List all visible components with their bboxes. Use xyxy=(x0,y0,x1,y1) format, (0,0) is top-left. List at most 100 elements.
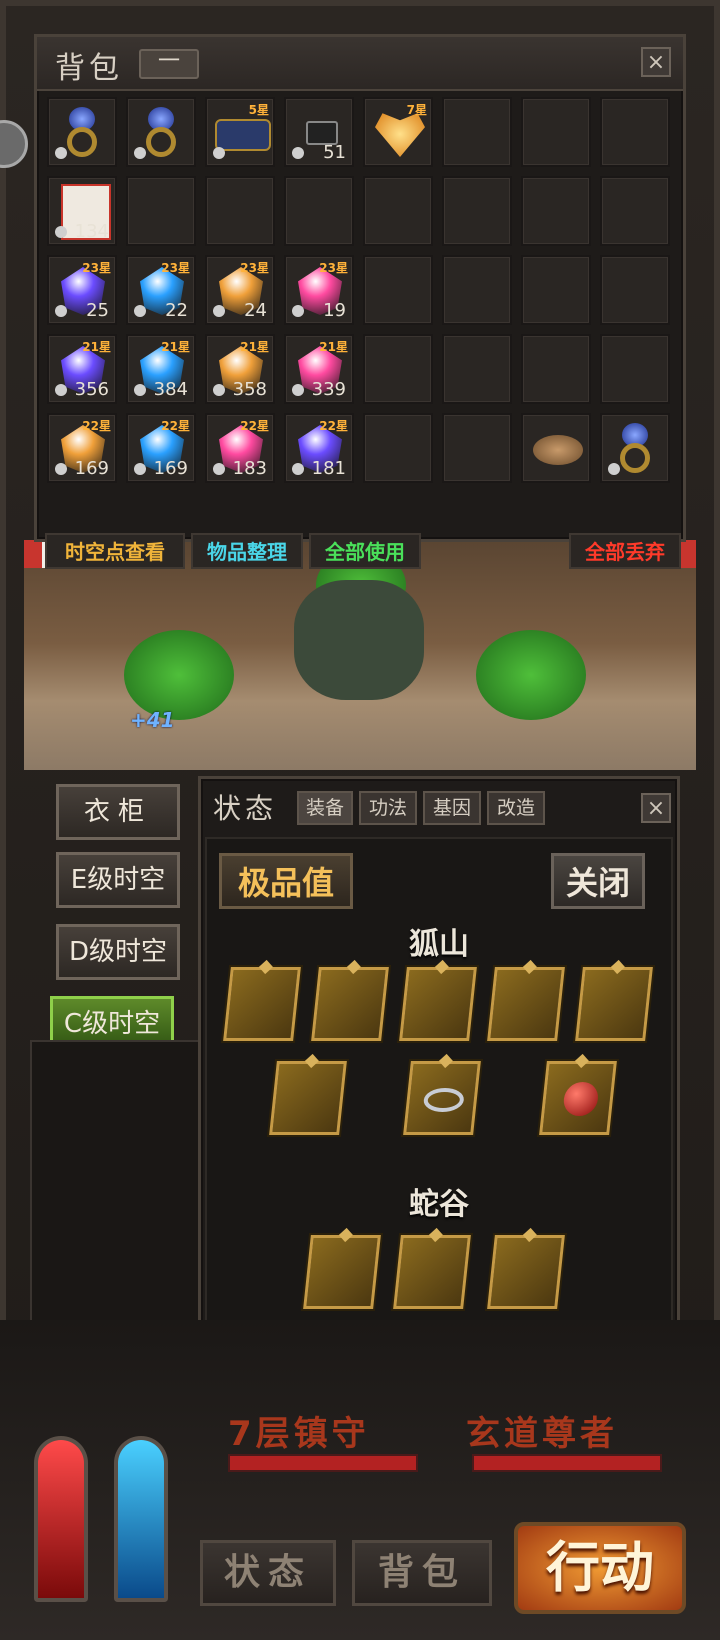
status-button[interactable]: 状态 xyxy=(200,1540,336,1606)
bound-icon xyxy=(134,305,146,317)
status-title: 状态 xyxy=(213,792,278,825)
star-level: 23星 xyxy=(240,261,269,275)
equip-slot[interactable] xyxy=(393,1235,471,1309)
section-fox-mountain: 狐山 xyxy=(409,927,469,962)
tree-left xyxy=(124,630,234,720)
star-level: 22星 xyxy=(161,419,190,433)
equip-slot[interactable] xyxy=(487,1235,565,1309)
close-icon[interactable]: × xyxy=(641,47,671,77)
inventory-slot-empty[interactable] xyxy=(600,97,670,167)
inventory-slot-empty[interactable] xyxy=(363,413,433,483)
tab-skills[interactable]: 功法 xyxy=(359,791,417,825)
bound-icon xyxy=(134,147,146,159)
bound-icon xyxy=(292,147,304,159)
inventory-slot-empty[interactable] xyxy=(521,176,591,246)
bound-icon xyxy=(292,384,304,396)
equip-slot[interactable] xyxy=(399,967,477,1041)
item-count: 356 xyxy=(74,379,109,400)
silver-ring-icon xyxy=(422,1088,466,1112)
bag-button[interactable]: 背包 xyxy=(352,1540,492,1606)
spacetime-button[interactable]: 时空点查看 xyxy=(45,533,185,569)
tab-genes[interactable]: 基因 xyxy=(423,791,481,825)
tab-equipment[interactable]: 装备 xyxy=(297,791,353,825)
inventory-slot-empty[interactable] xyxy=(521,255,591,325)
inventory-slot[interactable]: 23星 22 xyxy=(126,255,196,325)
equip-slot[interactable] xyxy=(311,967,389,1041)
inventory-slot[interactable]: 51 xyxy=(284,97,354,167)
star-level: 22星 xyxy=(82,419,111,433)
bound-icon xyxy=(55,226,67,238)
sort-button[interactable]: 物品整理 xyxy=(191,533,303,569)
minimize-button[interactable]: 一 xyxy=(139,49,199,79)
inventory-slot[interactable]: 22星 169 xyxy=(47,413,117,483)
inventory-slot[interactable] xyxy=(47,97,117,167)
equip-slot-silver-ring[interactable] xyxy=(403,1061,481,1135)
boss-name-text: 玄道尊者 xyxy=(466,1414,618,1454)
inventory-slot-empty[interactable] xyxy=(442,176,512,246)
inventory-slot[interactable]: 5星 xyxy=(205,97,275,167)
star-level: 5星 xyxy=(248,103,269,117)
equip-slot[interactable] xyxy=(575,967,653,1041)
bound-icon xyxy=(608,463,620,475)
inventory-slot-empty[interactable] xyxy=(521,334,591,404)
inventory-slot[interactable]: 23星 25 xyxy=(47,255,117,325)
tree-right xyxy=(476,630,586,720)
inventory-slot-empty[interactable] xyxy=(284,176,354,246)
status-close-icon[interactable]: × xyxy=(641,793,671,823)
inventory-slot-empty[interactable] xyxy=(126,176,196,246)
action-button[interactable]: 行动 xyxy=(514,1522,686,1614)
d-space-button[interactable]: D级时空 xyxy=(56,924,180,980)
inventory-slot[interactable]: 7星 xyxy=(363,97,433,167)
equip-slot-red-orb[interactable] xyxy=(539,1061,617,1135)
inventory-slot[interactable] xyxy=(126,97,196,167)
inventory-slot-empty[interactable] xyxy=(600,334,670,404)
bound-icon xyxy=(55,305,67,317)
inventory-slot-empty[interactable] xyxy=(205,176,275,246)
e-space-button[interactable]: E级时空 xyxy=(56,852,180,908)
inventory-slot-empty[interactable] xyxy=(521,97,591,167)
use-all-button[interactable]: 全部使用 xyxy=(309,533,421,569)
floor-guard-text: 7层镇守 xyxy=(228,1414,370,1454)
star-level: 21星 xyxy=(319,340,348,354)
item-count: 24 xyxy=(244,300,267,321)
mushroom-icon xyxy=(533,435,583,465)
bound-icon xyxy=(213,147,225,159)
inventory-slot[interactable]: 23星 24 xyxy=(205,255,275,325)
equip-slot[interactable] xyxy=(303,1235,381,1309)
star-level: 21星 xyxy=(240,340,269,354)
inventory-slot[interactable]: 23星 19 xyxy=(284,255,354,325)
inventory-slot-empty[interactable] xyxy=(442,97,512,167)
inventory-slot[interactable] xyxy=(521,413,591,483)
inventory-slot-empty[interactable] xyxy=(363,255,433,325)
star-level: 23星 xyxy=(161,261,190,275)
inventory-slot[interactable]: 21星 384 xyxy=(126,334,196,404)
inventory-slot-empty[interactable] xyxy=(442,255,512,325)
close-button[interactable]: 关闭 xyxy=(551,853,645,909)
inventory-slot[interactable] xyxy=(600,413,670,483)
backpack-actions: 时空点查看 物品整理 全部使用 全部丢弃 xyxy=(45,533,705,569)
town-scene xyxy=(24,540,696,770)
wardrobe-button[interactable]: 衣柜 xyxy=(56,784,180,840)
tab-modify[interactable]: 改造 xyxy=(487,791,545,825)
inventory-slot-empty[interactable] xyxy=(442,334,512,404)
drop-all-button[interactable]: 全部丢弃 xyxy=(569,533,681,569)
inventory-slot[interactable]: 21星 358 xyxy=(205,334,275,404)
inventory-slot-empty[interactable] xyxy=(600,255,670,325)
inventory-slot-empty[interactable] xyxy=(363,176,433,246)
inventory-slot[interactable]: 21星 339 xyxy=(284,334,354,404)
bound-icon xyxy=(213,384,225,396)
inventory-slot[interactable]: 22星 169 xyxy=(126,413,196,483)
inventory-slot[interactable]: 134 xyxy=(47,176,117,246)
inventory-slot-empty[interactable] xyxy=(442,413,512,483)
inventory-slot-empty[interactable] xyxy=(363,334,433,404)
inventory-slot[interactable]: 22星 181 xyxy=(284,413,354,483)
inventory-slot[interactable]: 22星 183 xyxy=(205,413,275,483)
equip-slot[interactable] xyxy=(487,967,565,1041)
bound-icon xyxy=(55,147,67,159)
equip-slot[interactable] xyxy=(269,1061,347,1135)
item-count: 181 xyxy=(311,458,346,479)
equip-slot[interactable] xyxy=(223,967,301,1041)
inventory-slot[interactable]: 21星 356 xyxy=(47,334,117,404)
inventory-slot-empty[interactable] xyxy=(600,176,670,246)
bound-icon xyxy=(213,463,225,475)
